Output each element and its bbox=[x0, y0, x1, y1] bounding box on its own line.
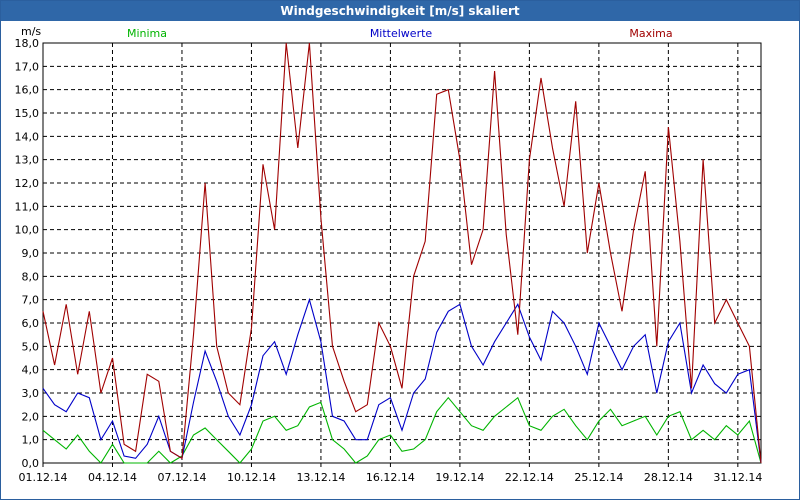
x-tick-label: 07.12.14 bbox=[157, 471, 206, 484]
x-tick-label: 22.12.14 bbox=[505, 471, 554, 484]
x-tick-label: 10.12.14 bbox=[227, 471, 276, 484]
y-tick-label: 11,0 bbox=[15, 200, 40, 213]
y-tick-label: 10,0 bbox=[15, 224, 40, 237]
legend-maxima: Maxima bbox=[629, 27, 672, 40]
wind-speed-chart: 0,0 1,0 2,0 3,0 4,0 5,0 6,0 7,0 8,0 9,0 10,0 11,0 12… bbox=[15, 25, 763, 484]
y-tick-label: 6,0 bbox=[22, 317, 40, 330]
x-axis-ticks: 01.12.14 04.12.14 07.12.14 10.12.14 13.12.14… bbox=[19, 463, 762, 484]
y-tick-label: 0,0 bbox=[22, 457, 40, 470]
y-tick-label: 7,0 bbox=[22, 294, 40, 307]
y-axis-ticks: 0,0 1,0 2,0 3,0 4,0 5,0 6,0 7,0 8,0 9,0 10,0 11,0 12… bbox=[15, 37, 40, 470]
x-tick-label: 19.12.14 bbox=[435, 471, 484, 484]
y-tick-label: 5,0 bbox=[22, 340, 40, 353]
y-tick-label: 17,0 bbox=[15, 60, 40, 73]
x-tick-label: 13.12.14 bbox=[296, 471, 345, 484]
y-tick-label: 2,0 bbox=[22, 410, 40, 423]
y-axis-label: m/s bbox=[21, 25, 41, 38]
y-tick-label: 14,0 bbox=[15, 130, 40, 143]
chart-window: Windgeschwindigkeit [m/s] skaliert 0,0 1,… bbox=[0, 0, 800, 500]
y-tick-label: 13,0 bbox=[15, 154, 40, 167]
y-tick-label: 8,0 bbox=[22, 270, 40, 283]
y-tick-label: 12,0 bbox=[15, 177, 40, 190]
x-tick-label: 31.12.14 bbox=[713, 471, 762, 484]
y-tick-label: 15,0 bbox=[15, 107, 40, 120]
window-title: Windgeschwindigkeit [m/s] skaliert bbox=[1, 1, 799, 21]
y-tick-label: 1,0 bbox=[22, 434, 40, 447]
x-tick-label: 04.12.14 bbox=[88, 471, 137, 484]
y-tick-label: 9,0 bbox=[22, 247, 40, 260]
y-tick-label: 18,0 bbox=[15, 37, 40, 50]
legend-mittelwerte: Mittelwerte bbox=[370, 27, 433, 40]
y-tick-label: 16,0 bbox=[15, 84, 40, 97]
x-tick-label: 25.12.14 bbox=[574, 471, 623, 484]
legend-minima: Minima bbox=[127, 27, 167, 40]
x-tick-label: 16.12.14 bbox=[366, 471, 415, 484]
x-tick-label: 28.12.14 bbox=[644, 471, 693, 484]
y-tick-label: 3,0 bbox=[22, 387, 40, 400]
y-tick-label: 4,0 bbox=[22, 364, 40, 377]
x-tick-label: 01.12.14 bbox=[19, 471, 68, 484]
